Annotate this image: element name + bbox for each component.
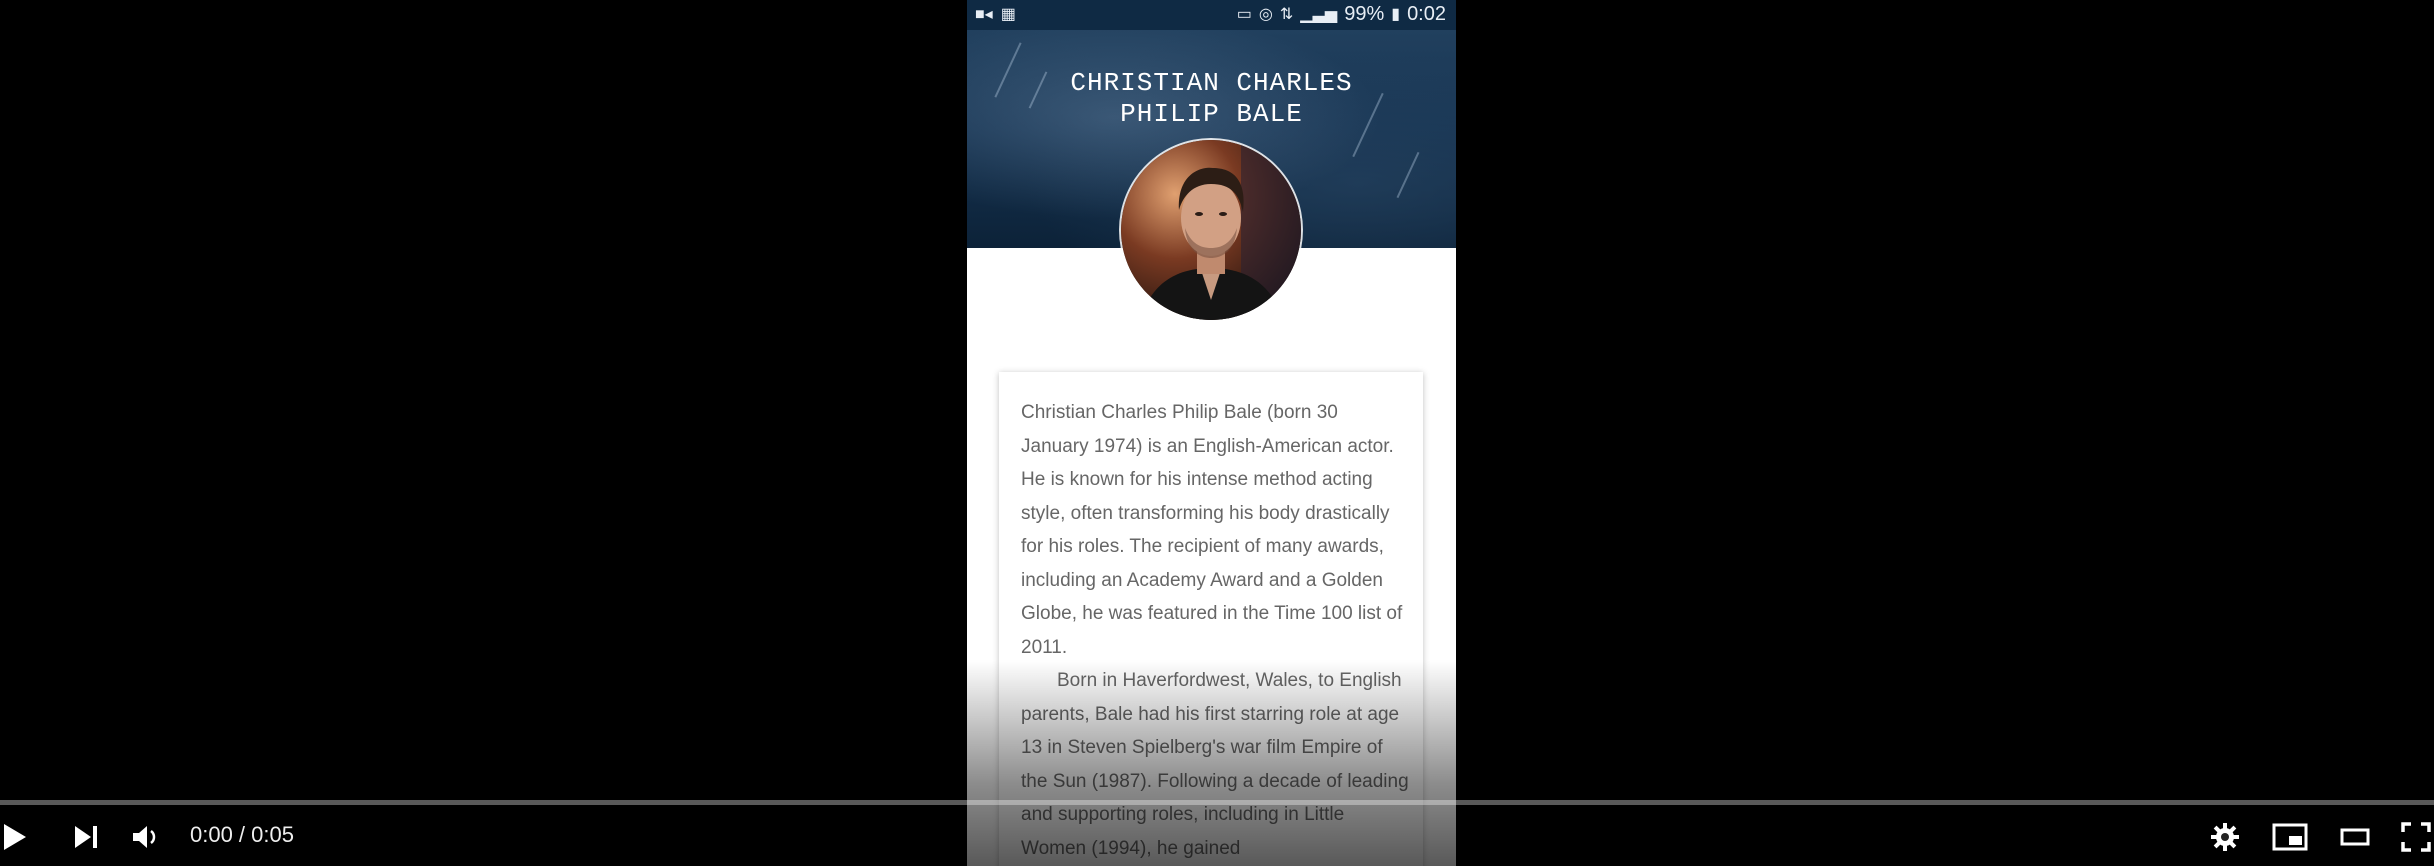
settings-button[interactable] — [2204, 808, 2246, 866]
theater-mode-icon — [2340, 828, 2370, 846]
battery-percent: 99% — [1344, 3, 1385, 25]
progress-bar[interactable] — [0, 800, 2434, 805]
profile-name: CHRISTIAN CHARLES PHILIP BALE — [967, 68, 1456, 130]
miniplayer-button[interactable] — [2268, 808, 2312, 866]
alarm-icon: ◎ — [1258, 5, 1273, 23]
fullscreen-button[interactable] — [2398, 808, 2434, 866]
data-transfer-icon: ⇅ — [1279, 5, 1294, 23]
cast-icon: ▭ — [1236, 5, 1252, 23]
video-frame[interactable]: ■◂ ▦ ▭ ◎ ⇅ ▁▃▅ 99% ▮ 0:02 CHRISTIAN CHAR… — [967, 0, 1456, 866]
status-time: 0:02 — [1407, 3, 1446, 25]
miniplayer-icon — [2272, 823, 2308, 851]
bio-paragraph-1: Christian Charles Philip Bale (born 30 J… — [1021, 402, 1403, 658]
play-icon — [4, 824, 26, 850]
video-camera-icon: ■◂ — [975, 6, 993, 23]
bio-card: Christian Charles Philip Bale (born 30 J… — [999, 372, 1423, 866]
next-button[interactable] — [66, 808, 106, 866]
profile-name-line1: CHRISTIAN CHARLES — [1070, 68, 1353, 98]
profile-name-line2: PHILIP BALE — [1120, 99, 1303, 129]
theater-mode-button[interactable] — [2334, 808, 2376, 866]
player-controls: 0:00 / 0:05 — [0, 808, 2434, 866]
phone-status-bar: ■◂ ▦ ▭ ◎ ⇅ ▁▃▅ 99% ▮ 0:02 — [967, 0, 1456, 30]
signal-icon: ▁▃▅ — [1300, 5, 1338, 23]
play-button[interactable] — [0, 808, 30, 866]
volume-icon — [133, 826, 156, 848]
fullscreen-icon — [2401, 822, 2431, 852]
profile-avatar — [1121, 140, 1301, 320]
time-display: 0:00 / 0:05 — [190, 822, 294, 847]
battery-icon: ▮ — [1391, 5, 1401, 23]
next-icon — [75, 826, 97, 848]
settings-icon — [2211, 823, 2239, 851]
app-grid-icon: ▦ — [1000, 6, 1016, 23]
mute-button[interactable] — [124, 808, 168, 866]
bio-text: Christian Charles Philip Bale (born 30 J… — [1021, 396, 1409, 865]
